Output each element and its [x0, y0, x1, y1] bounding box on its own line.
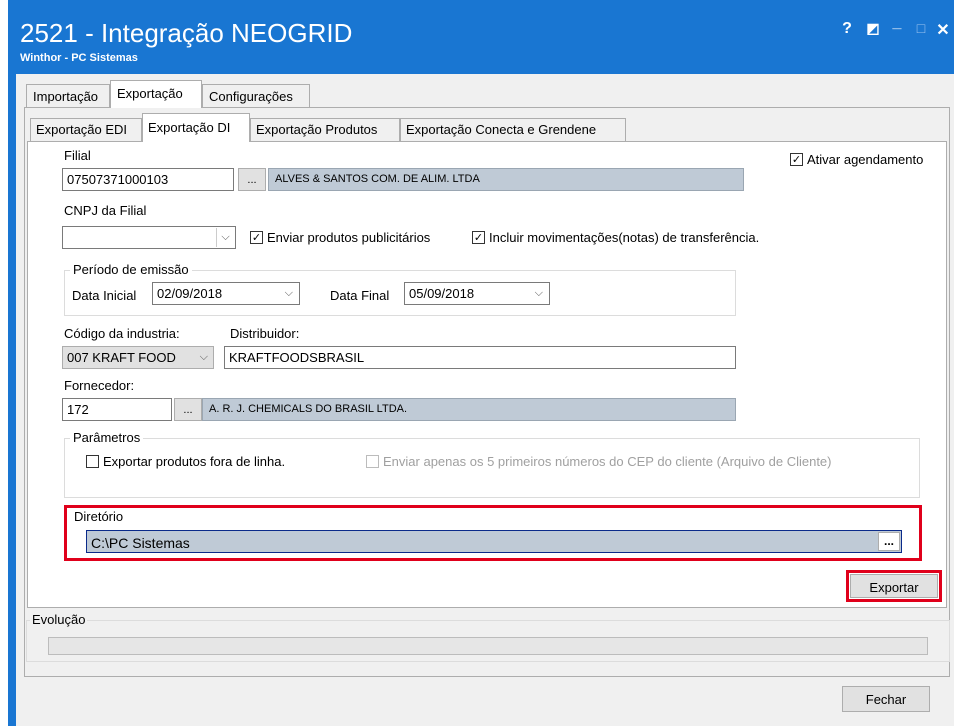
chevron-down-icon[interactable]: ⌵ [285, 287, 293, 300]
chevron-down-icon[interactable]: ⌵ [535, 287, 543, 300]
periodo-title: Período de emissão [70, 262, 192, 277]
filial-name-field: ALVES & SANTOS COM. DE ALIM. LTDA [268, 168, 744, 191]
window-title: 2521 - Integração NEOGRID [20, 18, 353, 48]
incluir-transferencia-label: Incluir movimentações(notas) de transfer… [489, 230, 760, 245]
fornecedor-lookup-button[interactable]: ... [174, 398, 202, 421]
tab-importacao[interactable]: Importação [26, 84, 110, 107]
tab-exportacao[interactable]: Exportação [110, 80, 202, 108]
data-inicial-label: Data Inicial [72, 288, 137, 303]
exportar-button[interactable]: Exportar [850, 574, 938, 598]
restore-icon[interactable]: ◩ [862, 20, 884, 37]
evolucao-title: Evolução [30, 612, 88, 627]
diretorio-input[interactable]: C:\PC Sistemas [86, 530, 902, 553]
fornecedor-name-field: A. R. J. CHEMICALS DO BRASIL LTDA. [202, 398, 736, 421]
enviar-publicitarios-checkbox[interactable]: ✓ [250, 231, 263, 244]
tab-exportacao-produtos[interactable]: Exportação Produtos [250, 118, 400, 141]
cnpj-dropdown-button[interactable]: ⌵ [216, 228, 234, 247]
data-final-value: 05/09/2018 [409, 286, 475, 301]
filial-label: Filial [64, 148, 91, 163]
codigo-industria-select[interactable]: 007 KRAFT FOOD ⌵ [62, 346, 214, 369]
diretorio-title: Diretório [74, 509, 124, 524]
enviar-cep-label: Enviar apenas os 5 primeiros números do … [383, 454, 832, 469]
check-icon: ✓ [791, 154, 802, 166]
tab-exportacao-edi[interactable]: Exportação EDI [30, 118, 142, 141]
ativar-agendamento-checkbox[interactable]: ✓ [790, 153, 803, 166]
distribuidor-label: Distribuidor: [230, 326, 300, 341]
ativar-agendamento-label: Ativar agendamento [807, 152, 924, 167]
data-final-input[interactable]: 05/09/2018 ⌵ [404, 282, 550, 305]
data-final-label: Data Final [330, 288, 390, 303]
filial-code-input[interactable]: 07507371000103 [62, 168, 234, 191]
data-inicial-value: 02/09/2018 [157, 286, 223, 301]
tab-exportacao-conecta[interactable]: Exportação Conecta e Grendene [400, 118, 626, 141]
diretorio-browse-button[interactable]: ... [878, 532, 900, 551]
tab-exportacao-di[interactable]: Exportação DI [142, 113, 250, 142]
window-subtitle: Winthor - PC Sistemas [20, 52, 138, 64]
chevron-down-icon: ⌵ [221, 231, 230, 243]
close-icon[interactable]: ✕ [932, 20, 954, 40]
fornecedor-label: Fornecedor: [64, 378, 135, 393]
enviar-publicitarios-label: Enviar produtos publicitários [267, 230, 431, 245]
codigo-industria-value: 007 KRAFT FOOD [67, 350, 176, 365]
fornecedor-code-input[interactable]: 172 [62, 398, 172, 421]
chevron-down-icon: ⌵ [199, 351, 208, 363]
maximize-icon[interactable]: □ [910, 20, 932, 36]
enviar-cep-checkbox[interactable] [366, 455, 379, 468]
incluir-transferencia-checkbox[interactable]: ✓ [472, 231, 485, 244]
distribuidor-input[interactable]: KRAFTFOODSBRASIL [224, 346, 736, 369]
cnpj-label: CNPJ da Filial [64, 203, 147, 218]
cnpj-select[interactable] [62, 226, 236, 249]
tab-configuracoes[interactable]: Configurações [202, 84, 310, 107]
help-icon[interactable]: ? [836, 20, 858, 38]
check-icon: ✓ [473, 232, 484, 244]
exportar-fora-linha-checkbox[interactable] [86, 455, 99, 468]
parametros-title: Parâmetros [70, 430, 144, 445]
check-icon: ✓ [251, 232, 262, 244]
data-inicial-input[interactable]: 02/09/2018 ⌵ [152, 282, 300, 305]
codigo-industria-label: Código da industria: [64, 326, 180, 341]
minimize-icon[interactable]: _ [886, 14, 908, 32]
fechar-button[interactable]: Fechar [842, 686, 930, 712]
exportar-fora-linha-label: Exportar produtos fora de linha. [103, 454, 286, 469]
evolucao-progress-bar [48, 637, 928, 655]
filial-lookup-button[interactable]: ... [238, 168, 266, 191]
